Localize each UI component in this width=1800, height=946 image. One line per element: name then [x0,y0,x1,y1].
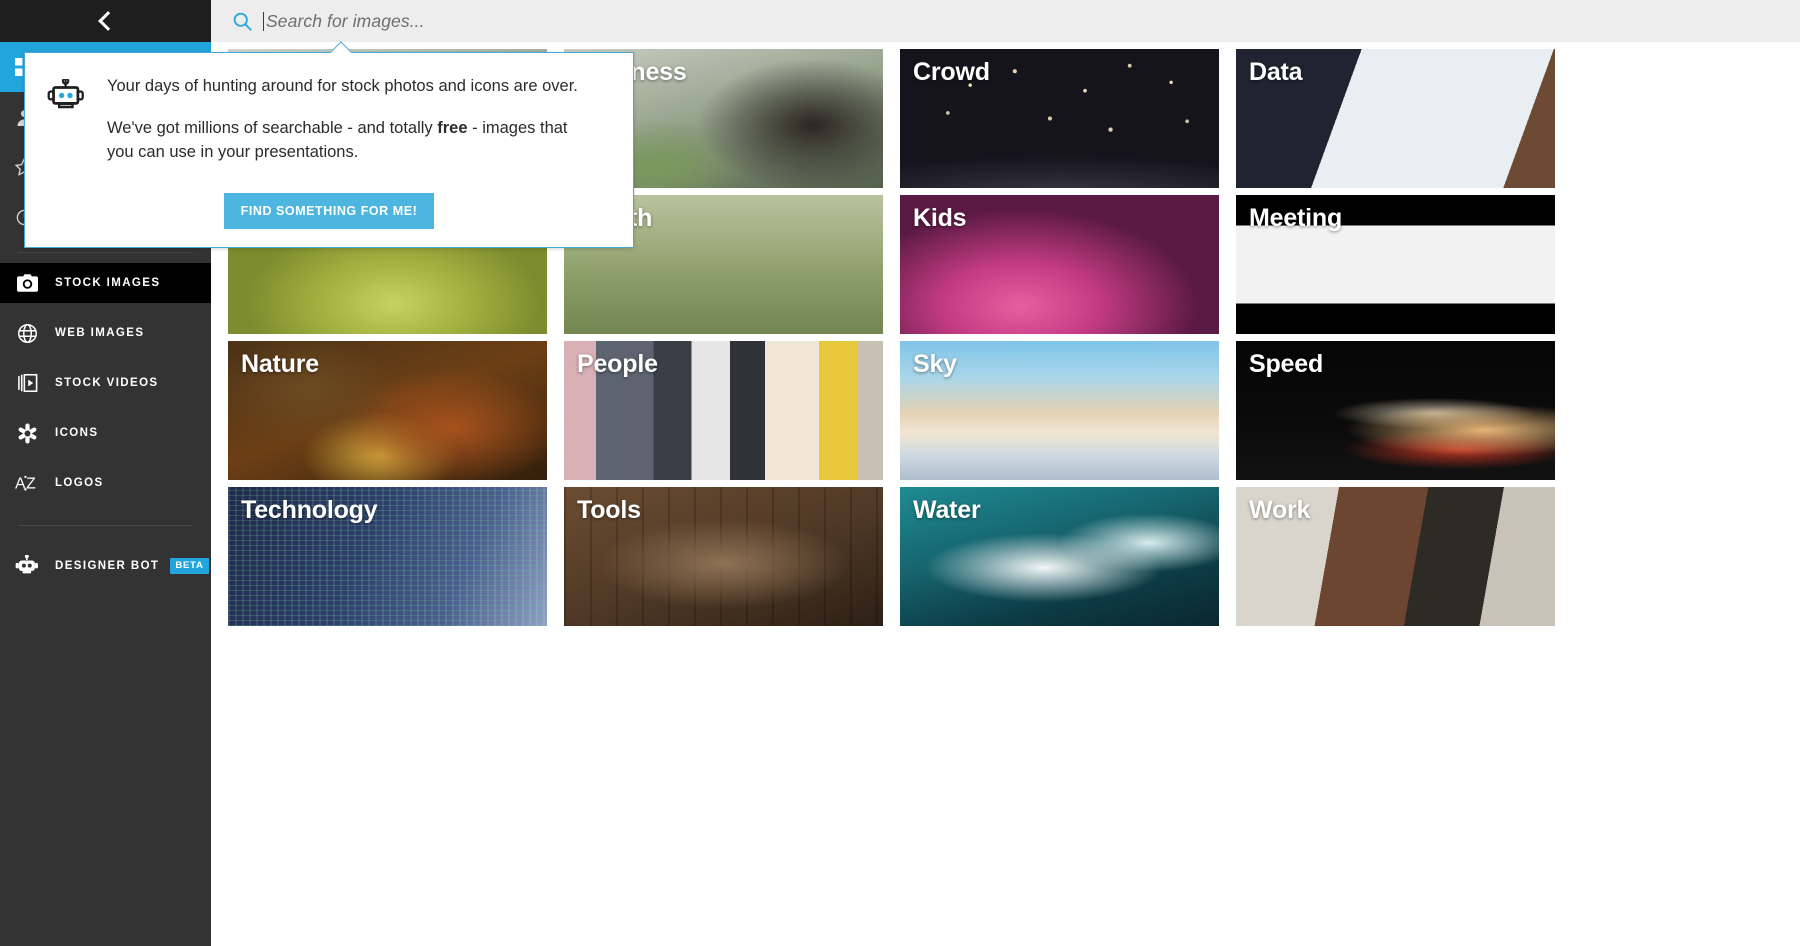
category-tile-label: Nature [241,350,319,378]
category-row: Technology Tools Water Work [228,487,1800,633]
tooltip-paragraph-2: We've got millions of searchable - and t… [107,117,594,165]
sidebar-item-label: WEB IMAGES [55,327,145,339]
category-tile[interactable]: Data [1236,49,1555,188]
category-tile-label: Work [1249,496,1311,524]
chevron-left-icon [97,11,118,31]
category-tile[interactable]: Kids [900,195,1219,334]
category-tile[interactable]: Nature [228,341,547,480]
find-something-for-me-button[interactable]: FIND SOMETHING FOR ME! [223,193,435,230]
tooltip-p2-bold: free [437,119,468,138]
az-icon: A Z [12,471,42,495]
asterisk-icon [12,421,42,445]
sidebar-item-web-images[interactable]: WEB IMAGES [0,313,211,353]
category-tile-label: Kids [913,204,967,232]
designer-bot-label: DESIGNER BOT [55,560,160,572]
category-tile[interactable]: Sky [900,341,1219,480]
text-cursor [263,11,264,31]
category-tile[interactable]: Crowd [900,49,1219,188]
category-tile-label: People [577,350,658,378]
category-tile[interactable]: Water [900,487,1219,626]
category-tile-label: Sky [913,350,957,378]
sidebar-item-label: STOCK VIDEOS [55,377,159,389]
category-tile[interactable]: Meeting [1236,195,1555,334]
designer-bot-tooltip: Your days of hunting around for stock ph… [24,52,634,248]
robot-icon [47,77,85,165]
category-tile-label: Speed [1249,350,1324,378]
sidebar-item-label: LOGOS [55,477,104,489]
category-tile[interactable]: Technology [228,487,547,626]
category-tile-label: Water [913,496,981,524]
search-input[interactable]: Search for images... [266,11,425,32]
category-tile[interactable]: Work [1236,487,1555,626]
search-icon [231,10,253,32]
category-tile-label: Meeting [1249,204,1343,232]
sidebar-nav: STOCK IMAGES WEB IMAGES STOCK VIDEOS ICO… [0,263,211,503]
sidebar-item-stock-videos[interactable]: STOCK VIDEOS [0,363,211,403]
svg-text:Z: Z [26,476,36,493]
category-tile-label: Tools [577,496,641,524]
sidebar-item-designer-bot[interactable]: DESIGNER BOT BETA [0,546,211,586]
sidebar-collapse-button[interactable] [0,0,211,42]
category-tile-label: Technology [241,496,378,524]
sidebar-divider-bottom [18,525,193,526]
camera-icon [12,271,42,295]
category-tile[interactable]: Speed [1236,341,1555,480]
category-tile-label: Data [1249,58,1303,86]
image-search-panel: STOCK IMAGES WEB IMAGES STOCK VIDEOS ICO… [0,0,1800,946]
video-play-icon [12,371,42,395]
tooltip-arrow [331,40,355,53]
category-tile[interactable]: Tools [564,487,883,626]
beta-badge: BETA [170,558,209,574]
sidebar-item-stock-images[interactable]: STOCK IMAGES [0,263,211,303]
globe-icon [12,321,42,345]
sidebar-item-icons[interactable]: ICONS [0,413,211,453]
svg-text:A: A [15,476,26,493]
sidebar-item-label: STOCK IMAGES [55,277,161,289]
tooltip-paragraph-1: Your days of hunting around for stock ph… [107,77,578,95]
category-tile-label: Crowd [913,58,990,86]
sidebar-item-logos[interactable]: A Z LOGOS [0,463,211,503]
robot-icon [12,554,42,578]
tooltip-p2-before: We've got millions of searchable - and t… [107,119,438,138]
sidebar-item-label: ICONS [55,427,99,439]
search-bar[interactable]: Search for images... [211,0,1800,42]
sidebar-divider-top [18,252,193,253]
category-tile[interactable]: People [564,341,883,480]
category-row: Nature People Sky Speed [228,341,1800,487]
